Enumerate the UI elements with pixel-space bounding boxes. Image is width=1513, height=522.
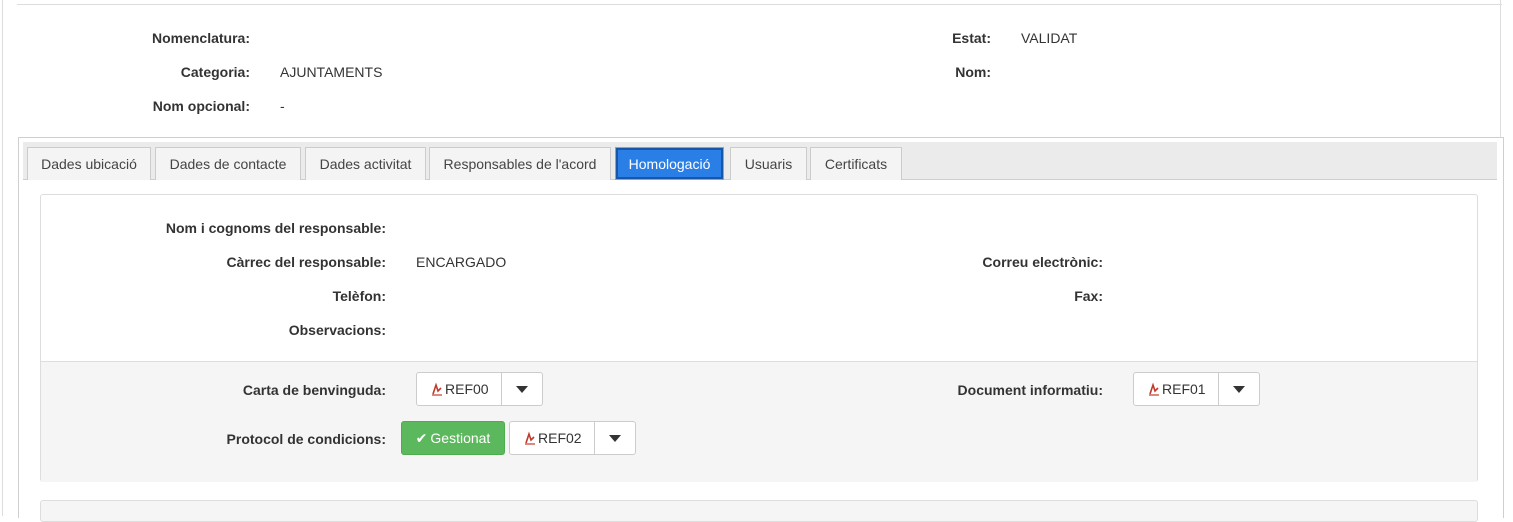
document-button-group: REF01 — [1133, 372, 1260, 406]
estat-value: VALIDAT — [1021, 30, 1078, 46]
observacions-label: Observacions: — [288, 322, 386, 338]
nomenclatura-label: Nomenclatura: — [151, 30, 250, 46]
telefon-label: Telèfon: — [332, 288, 386, 304]
carta-download-button[interactable]: REF00 — [417, 373, 502, 405]
check-icon: ✔ — [415, 429, 428, 446]
next-panel — [40, 500, 1478, 522]
document-dropdown-toggle[interactable] — [1219, 373, 1259, 405]
correu-label: Correu electrònic: — [982, 254, 1103, 270]
carta-button-group: REF00 — [416, 372, 543, 406]
tab-certificats[interactable]: Certificats — [810, 147, 902, 180]
tab-homologacio[interactable]: Homologació — [616, 148, 723, 179]
carrec-value: ENCARGADO — [416, 254, 507, 270]
tab-responsables-acord[interactable]: Responsables de l'acord — [429, 147, 611, 180]
tab-bar: Dades ubicació Dades de contacte Dades a… — [23, 142, 1497, 180]
responsable-label: Nom i cognoms del responsable: — [165, 220, 386, 236]
tab-dades-activitat[interactable]: Dades activitat — [305, 147, 426, 180]
tab-dades-contacte[interactable]: Dades de contacte — [155, 147, 301, 180]
estat-label: Estat: — [952, 30, 991, 46]
carta-ref: REF00 — [445, 381, 489, 397]
divider — [17, 4, 1502, 5]
categoria-label: Categoria: — [180, 64, 250, 80]
protocol-label: Protocol de condicions: — [226, 431, 386, 447]
chevron-down-icon — [1232, 385, 1245, 393]
chevron-down-icon — [515, 385, 528, 393]
protocol-button-group: REF02 — [509, 421, 636, 455]
pdf-icon — [1149, 382, 1159, 396]
document-ref: REF01 — [1162, 381, 1206, 397]
carrec-label: Càrrec del responsable: — [226, 254, 386, 270]
pdf-icon — [525, 431, 535, 445]
fax-label: Fax: — [1074, 288, 1103, 304]
categoria-value: AJUNTAMENTS — [280, 64, 383, 80]
carta-label: Carta de benvinguda: — [242, 382, 386, 398]
nom-label: Nom: — [955, 64, 991, 80]
carta-dropdown-toggle[interactable] — [502, 373, 542, 405]
nom-opcional-value: - — [280, 98, 285, 114]
protocol-ref: REF02 — [538, 430, 582, 446]
chevron-down-icon — [608, 434, 621, 442]
nom-opcional-label: Nom opcional: — [152, 98, 250, 114]
pdf-icon — [432, 382, 442, 396]
gestionat-button[interactable]: ✔ Gestionat — [401, 421, 505, 455]
tab-dades-ubicacio[interactable]: Dades ubicació — [27, 147, 151, 180]
protocol-download-button[interactable]: REF02 — [510, 422, 595, 454]
tab-usuaris[interactable]: Usuaris — [730, 147, 807, 180]
document-download-button[interactable]: REF01 — [1134, 373, 1219, 405]
document-label: Document informatiu: — [957, 382, 1103, 398]
protocol-dropdown-toggle[interactable] — [595, 422, 635, 454]
gestionat-label: Gestionat — [430, 430, 491, 446]
documents-section — [41, 361, 1477, 482]
